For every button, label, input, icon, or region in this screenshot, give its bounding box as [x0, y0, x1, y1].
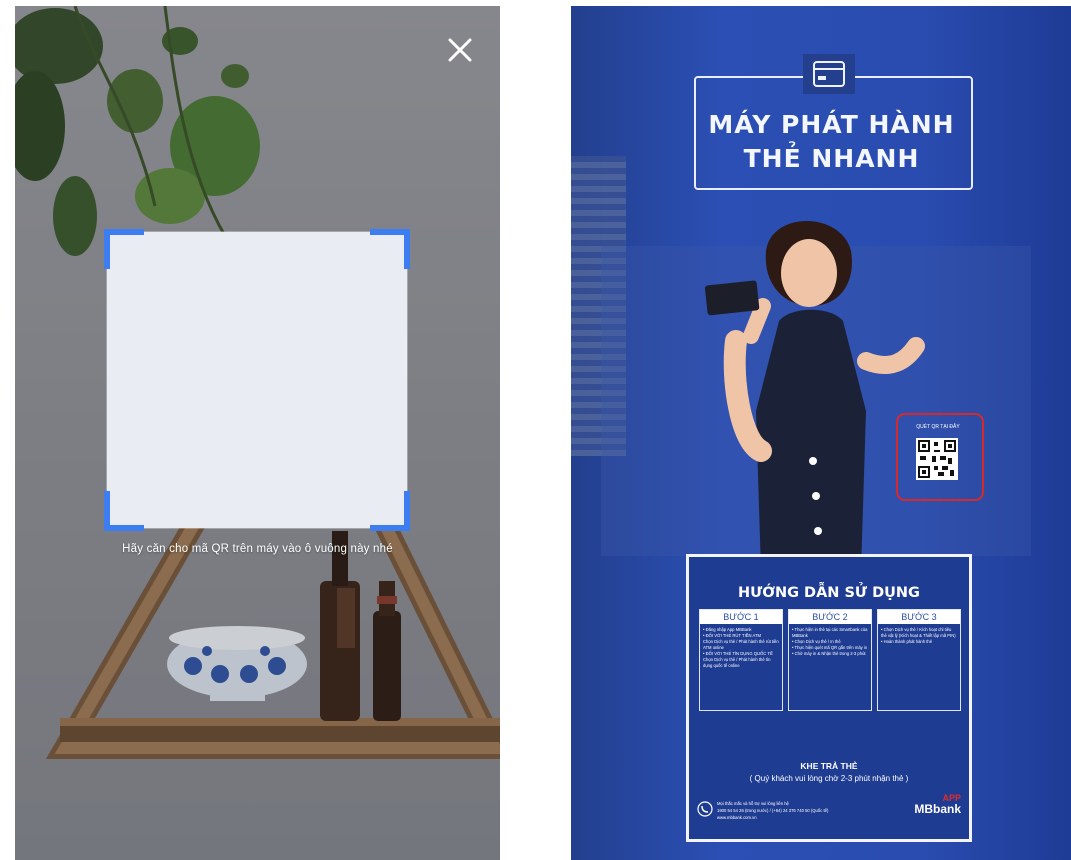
qr-scanner-screen: Hãy căn cho mã QR trên máy vào ô vuông n…: [15, 6, 500, 860]
model-holding-card: [704, 221, 925, 571]
hotline-info: Mọi thắc mắc và hỗ trợ vui lòng liên hệ …: [717, 801, 829, 820]
guide-title: HƯỚNG DẪN SỬ DỤNG: [738, 585, 920, 601]
scan-instruction: Hãy căn cho mã QR trên máy vào ô vuông n…: [122, 543, 393, 555]
step-label: BƯỚC 1: [700, 610, 782, 624]
step-2: BƯỚC 2 • Thực hiện in thẻ tại các Smartb…: [788, 609, 872, 711]
step-1: BƯỚC 1 • Đăng nhập App MBBank • ĐỐI VỚI …: [699, 609, 783, 711]
scan-corner-top-left: [104, 229, 144, 269]
qr-scan-frame: [104, 229, 410, 531]
mbbank-logo: APP MBbank: [914, 793, 961, 816]
card-return-note: ( Quý khách vui lòng chờ 2-3 phút nhận t…: [749, 774, 909, 783]
step-label: BƯỚC 3: [878, 610, 960, 624]
kiosk-title-line2: THẺ NHANH: [743, 144, 920, 173]
scan-corner-bottom-right: [370, 491, 410, 531]
phone-icon: [697, 801, 713, 817]
qr-code-icon: [916, 438, 958, 480]
card-return-slot-label: KHE TRẢ THẺ: [800, 761, 858, 771]
kiosk-title-line1: MÁY PHÁT HÀNH: [708, 110, 955, 139]
step-body: • Thực hiện in thẻ tại các Smartbank của…: [792, 627, 868, 656]
close-icon: [448, 38, 472, 62]
close-button[interactable]: [442, 32, 478, 68]
step-label: BƯỚC 2: [789, 610, 871, 624]
scan-corner-bottom-left: [104, 491, 144, 531]
step-body: • Đăng nhập App MBBank • ĐỐI VỚI THẺ RÚT…: [703, 627, 779, 668]
step-body: • Chọn Dịch vụ thẻ / Kích hoạt chỉ tiêu …: [881, 627, 956, 644]
step-3: BƯỚC 3 • Chọn Dịch vụ thẻ / Kích hoạt ch…: [877, 609, 961, 711]
kiosk-photo: MÁY PHÁT HÀNH THẺ NHANH QUÉT QR TẠI ĐÂY …: [571, 6, 1071, 860]
qr-scan-label: QUÉT QR TẠI ĐÂY: [916, 424, 960, 430]
card-icon: [803, 54, 855, 94]
scan-corner-top-right: [370, 229, 410, 269]
usage-guide-panel: HƯỚNG DẪN SỬ DỤNG BƯỚC 1 • Đăng nhập App…: [686, 554, 972, 842]
